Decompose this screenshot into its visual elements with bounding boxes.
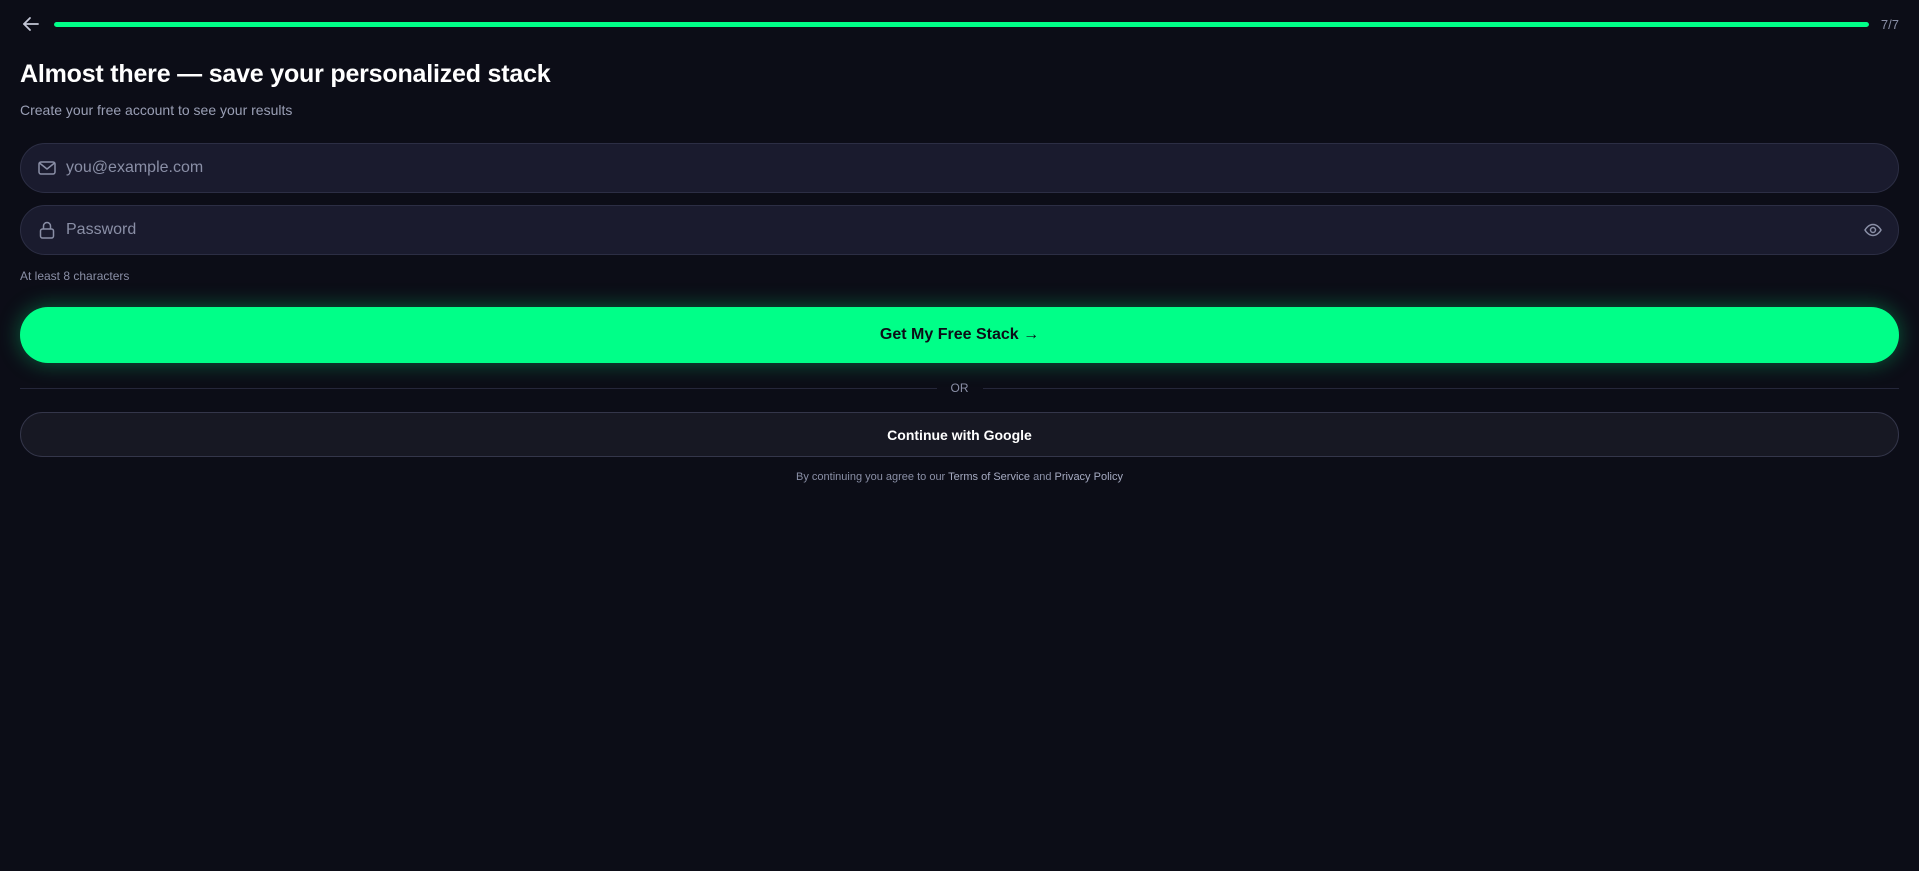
progress-fill — [54, 21, 1869, 27]
step-counter: 7/7 — [1880, 16, 1899, 32]
signup-page: 7/7 Almost there — save your personalize… — [0, 0, 1919, 871]
or-divider: OR — [20, 378, 1899, 398]
get-free-stack-button[interactable]: Get My Free Stack → — [20, 307, 1899, 363]
legal-notice: By continuing you agree to our Terms of … — [0, 471, 1919, 483]
show-password-toggle[interactable] — [1862, 220, 1884, 240]
divider-line-right — [982, 387, 1899, 389]
top-bar: 7/7 — [20, 14, 1899, 34]
lock-icon — [37, 220, 57, 240]
password-field[interactable] — [20, 205, 1899, 255]
legal-prefix: By continuing you agree to our — [796, 471, 946, 483]
page-subtitle: Create your free account to see your res… — [20, 102, 293, 118]
eye-icon — [1864, 223, 1882, 237]
divider-line-left — [20, 387, 937, 389]
privacy-policy-link[interactable]: Privacy Policy — [1055, 471, 1123, 483]
password-hint: At least 8 characters — [20, 269, 130, 283]
terms-of-service-link[interactable]: Terms of Service — [948, 471, 1030, 483]
legal-and: and — [1033, 471, 1052, 483]
password-input[interactable] — [66, 221, 1862, 239]
email-input[interactable] — [66, 159, 1884, 177]
mail-icon — [37, 158, 57, 178]
progress-bar — [54, 21, 1869, 27]
page-title: Almost there — save your personalized st… — [20, 60, 551, 88]
divider-label: OR — [950, 381, 969, 395]
arrow-left-icon — [23, 17, 39, 31]
continue-with-google-button[interactable]: Continue with Google — [20, 412, 1899, 457]
email-field[interactable] — [20, 143, 1899, 193]
back-button[interactable] — [20, 14, 42, 34]
